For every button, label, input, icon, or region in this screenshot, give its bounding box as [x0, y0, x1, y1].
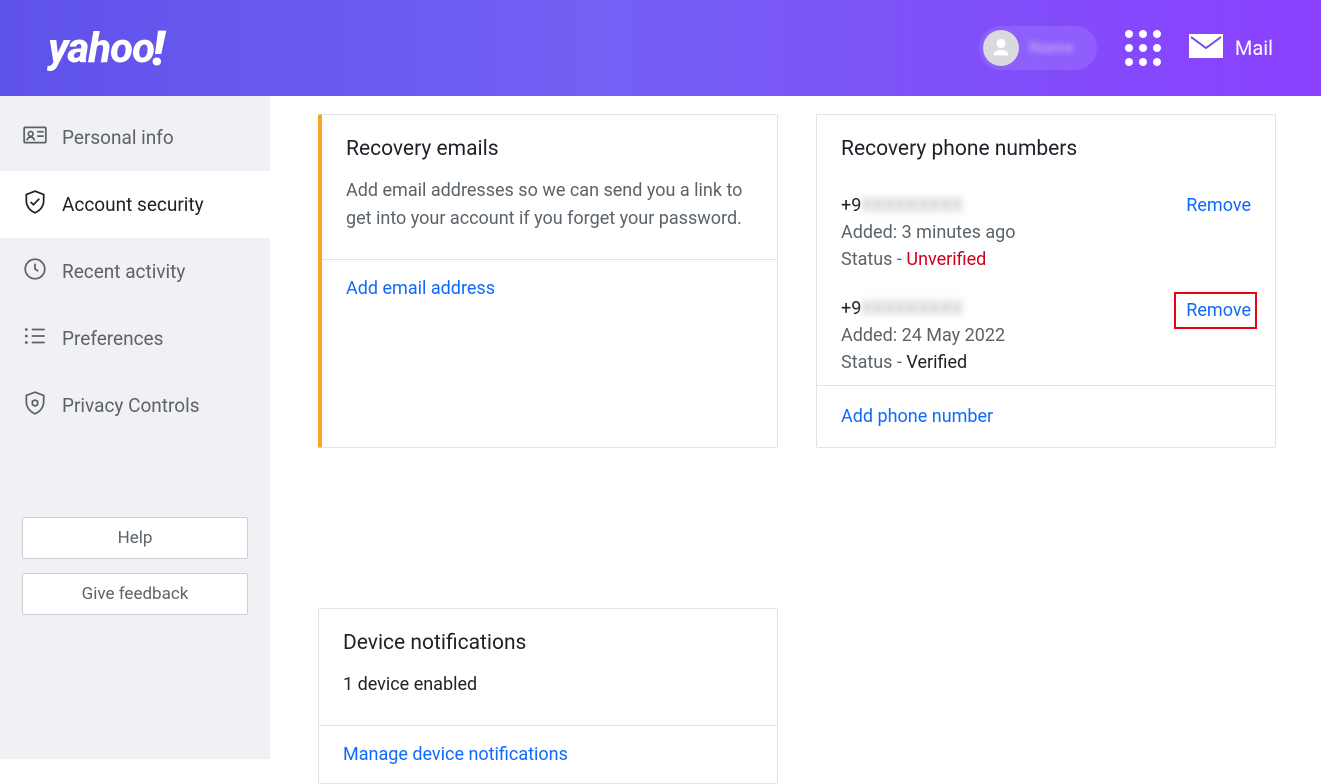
logo-text: yahoo: [48, 24, 154, 73]
remove-highlight-box: Remove: [1174, 292, 1257, 329]
phone-added: Added: 3 minutes ago: [841, 222, 1016, 243]
sidebar: Personal info Account security Recent ac…: [0, 96, 270, 759]
add-email-link[interactable]: Add email address: [346, 278, 495, 299]
phone-added: Added: 24 May 2022: [841, 325, 1005, 346]
avatar-name: Name: [1029, 38, 1079, 58]
sidebar-item-account-security[interactable]: Account security: [0, 171, 270, 238]
phone-number: +9XXXXXXXXX: [841, 298, 1005, 319]
mail-link[interactable]: Mail: [1189, 34, 1273, 62]
phone-entry: +9XXXXXXXXX Added: 3 minutes ago Status …: [817, 179, 1275, 282]
sidebar-item-recent-activity[interactable]: Recent activity: [0, 238, 270, 305]
card-title: Recovery emails: [346, 137, 753, 161]
manage-device-link[interactable]: Manage device notifications: [343, 744, 568, 765]
id-card-icon: [22, 122, 48, 153]
sidebar-item-label: Preferences: [62, 327, 163, 350]
sidebar-item-privacy-controls[interactable]: Privacy Controls: [0, 372, 270, 439]
header-bar: yahoo! Name Mail: [0, 0, 1321, 96]
shield-icon: [22, 189, 48, 220]
feedback-button[interactable]: Give feedback: [22, 573, 248, 615]
recovery-emails-card: Recovery emails Add email addresses so w…: [318, 114, 778, 448]
avatar-icon: [983, 30, 1019, 66]
remove-phone-link[interactable]: Remove: [1186, 300, 1251, 321]
help-button[interactable]: Help: [22, 517, 248, 559]
mail-icon: [1189, 34, 1223, 62]
phone-entry: +9XXXXXXXXX Added: 24 May 2022 Status - …: [817, 282, 1275, 385]
card-title: Device notifications: [343, 631, 753, 655]
card-desc: Add email addresses so we can send you a…: [346, 177, 753, 233]
phone-number: +9XXXXXXXXX: [841, 195, 1016, 216]
list-icon: [22, 323, 48, 354]
recovery-phones-card: Recovery phone numbers +9XXXXXXXXX Added…: [816, 114, 1276, 448]
device-notifications-card: Device notifications 1 device enabled Ma…: [318, 608, 778, 784]
phone-status: Status - Verified: [841, 352, 1005, 373]
sidebar-item-label: Account security: [62, 193, 204, 216]
account-menu[interactable]: Name: [979, 26, 1097, 70]
card-title: Recovery phone numbers: [841, 137, 1251, 161]
logo-excl: !: [152, 20, 164, 77]
sidebar-item-label: Privacy Controls: [62, 394, 200, 417]
add-phone-link[interactable]: Add phone number: [841, 406, 993, 427]
body-wrap: Personal info Account security Recent ac…: [0, 96, 1321, 759]
device-count: 1 device enabled: [343, 671, 753, 699]
phone-status: Status - Unverified: [841, 249, 1016, 270]
sidebar-item-preferences[interactable]: Preferences: [0, 305, 270, 372]
sidebar-item-personal-info[interactable]: Personal info: [0, 104, 270, 171]
clock-icon: [22, 256, 48, 287]
apps-grid-icon[interactable]: [1125, 30, 1161, 66]
content-area: Recovery emails Add email addresses so w…: [270, 96, 1321, 759]
remove-phone-link[interactable]: Remove: [1186, 195, 1251, 216]
yahoo-logo[interactable]: yahoo!: [48, 20, 164, 77]
mail-label: Mail: [1235, 36, 1273, 60]
sidebar-item-label: Personal info: [62, 126, 174, 149]
header-right: Name Mail: [979, 26, 1273, 70]
privacy-shield-icon: [22, 390, 48, 421]
sidebar-item-label: Recent activity: [62, 260, 185, 283]
